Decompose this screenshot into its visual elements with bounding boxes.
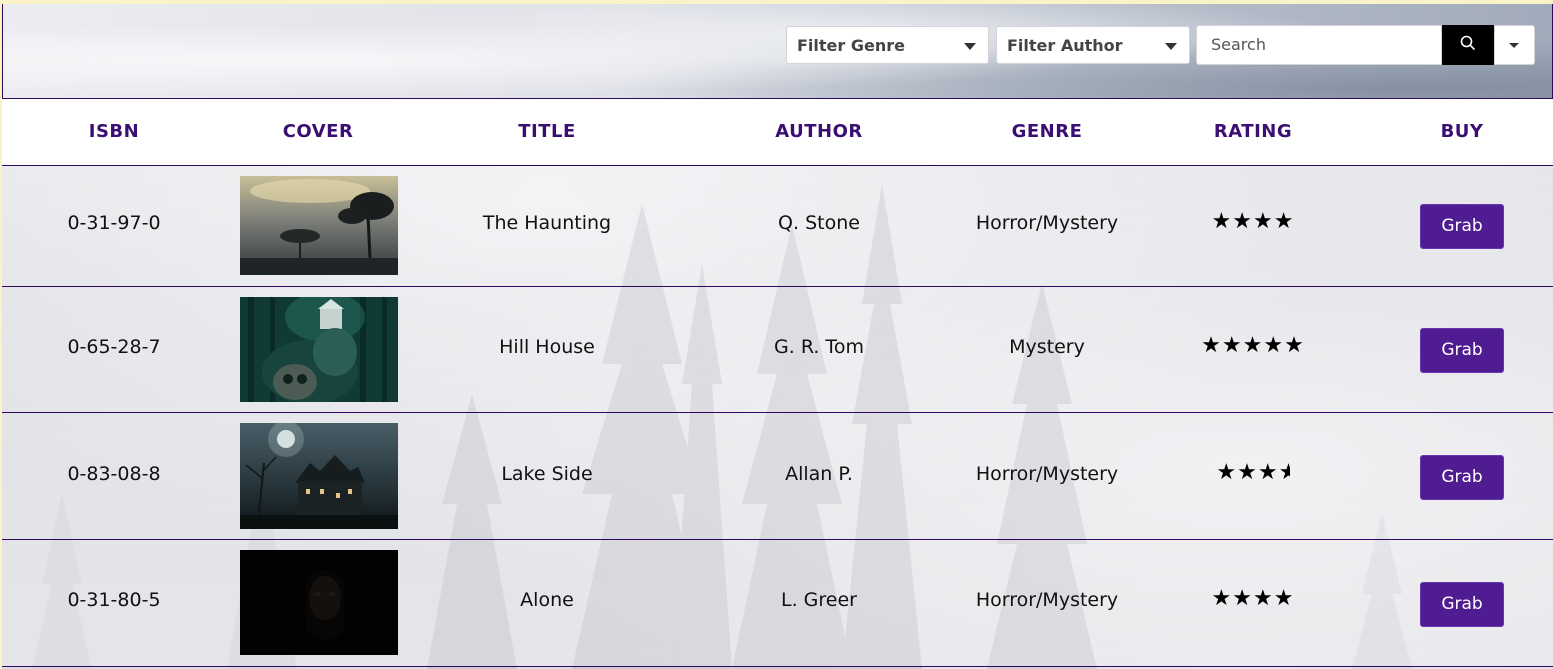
star-icon: ★: [1211, 586, 1233, 611]
chevron-down-icon: [964, 43, 976, 50]
filter-genre-select[interactable]: Filter Genre: [786, 26, 989, 64]
column-header-isbn: ISBN: [88, 121, 140, 142]
table-row: 0-83-08-8 Lake Side Allan P. Horror/Myst…: [2, 413, 1553, 540]
book-cover-image: [240, 297, 398, 402]
filter-genre-label: Filter Genre: [797, 36, 905, 55]
star-icon: ★: [1273, 586, 1295, 611]
star-icon: ★: [1216, 460, 1238, 485]
star-icon: ★: [1253, 586, 1274, 611]
table-row: 0-65-28-7 Hill House G. R. Tom Mystery ★…: [2, 287, 1553, 413]
star-icon: ★: [1237, 460, 1258, 485]
author-cell: G. R. Tom: [774, 336, 864, 358]
star-icon: ★: [1232, 586, 1253, 611]
chevron-down-icon: [1165, 43, 1177, 50]
table-row: 0-31-80-5 Alone L. Greer Horror/Mystery …: [2, 540, 1553, 667]
title-cell: The Haunting: [482, 212, 612, 234]
filter-author-label: Filter Author: [1007, 36, 1123, 55]
genre-cell: Horror/Mystery: [975, 212, 1119, 234]
star-icon: ★: [1257, 460, 1279, 485]
star-rating: ★★★★★: [1153, 333, 1353, 358]
grab-button[interactable]: Grab: [1420, 582, 1504, 627]
isbn-cell: 0-31-80-5: [67, 589, 161, 611]
author-cell: Allan P.: [785, 463, 853, 485]
book-cover-image: [240, 550, 398, 655]
search-placeholder: Search: [1211, 35, 1266, 54]
column-header-rating: RATING: [1213, 121, 1293, 142]
author-cell: L. Greer: [781, 589, 857, 611]
author-cell: Q. Stone: [778, 212, 860, 234]
grab-button[interactable]: Grab: [1420, 455, 1504, 500]
isbn-cell: 0-83-08-8: [67, 463, 161, 485]
star-icon: ★: [1284, 333, 1305, 358]
search-icon: [1460, 35, 1476, 51]
filter-toolbar: Filter Genre Filter Author Search: [2, 4, 1553, 99]
title-cell: Lake Side: [501, 463, 593, 485]
book-cover-image: [240, 176, 398, 275]
column-header-buy: BUY: [1440, 121, 1484, 142]
star-icon: ★: [1201, 333, 1222, 358]
page-frame: Filter Genre Filter Author Search ISBN C…: [2, 4, 1553, 669]
star-icon: ★: [1253, 209, 1274, 234]
title-cell: Alone: [520, 589, 574, 611]
star-half-icon: ★: [1278, 460, 1290, 485]
column-header-genre: GENRE: [1011, 121, 1083, 142]
genre-cell: Horror/Mystery: [975, 463, 1119, 485]
column-header-cover: COVER: [282, 121, 354, 142]
table-header: ISBN COVER TITLE AUTHOR GENRE RATING BUY: [2, 99, 1553, 166]
table-row: 0-31-97-0 The Haunting Q. Stone Horror/M…: [2, 166, 1553, 287]
star-icon: ★: [1221, 333, 1243, 358]
isbn-cell: 0-65-28-7: [67, 336, 161, 358]
star-rating: ★★★★: [1153, 586, 1353, 611]
star-icon: ★: [1273, 209, 1295, 234]
filter-author-select[interactable]: Filter Author: [996, 26, 1190, 64]
search-button[interactable]: [1442, 25, 1494, 65]
star-icon: ★: [1242, 333, 1264, 358]
star-rating: ★★★★: [1153, 460, 1353, 485]
star-rating: ★★★★: [1153, 209, 1353, 234]
star-icon: ★: [1263, 333, 1285, 358]
grab-button[interactable]: Grab: [1420, 204, 1504, 249]
isbn-cell: 0-31-97-0: [67, 212, 161, 234]
search-input[interactable]: Search: [1196, 25, 1442, 65]
grab-button[interactable]: Grab: [1420, 328, 1504, 373]
star-icon: ★: [1211, 209, 1233, 234]
genre-cell: Horror/Mystery: [975, 589, 1119, 611]
star-icon: ★: [1232, 209, 1253, 234]
column-header-title: TITLE: [518, 121, 576, 142]
chevron-down-icon: [1509, 43, 1519, 48]
book-cover-image: [240, 423, 398, 529]
search-options-dropdown[interactable]: [1494, 25, 1535, 65]
genre-cell: Mystery: [1009, 336, 1085, 358]
title-cell: Hill House: [499, 336, 595, 358]
column-header-author: AUTHOR: [775, 121, 863, 142]
